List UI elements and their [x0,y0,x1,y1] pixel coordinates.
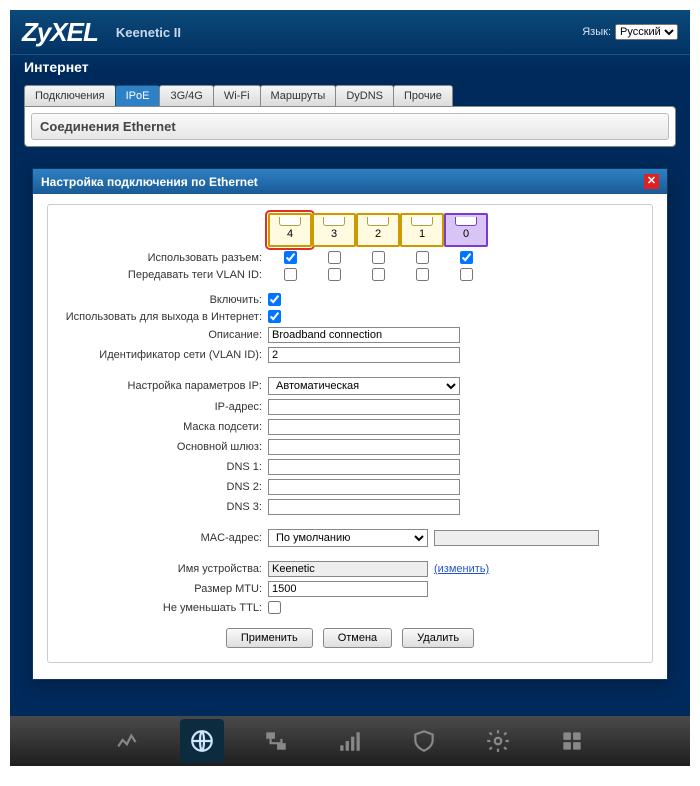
signal-icon[interactable] [328,719,372,763]
header: ZyXEL Keenetic II Язык: Русский [10,10,690,54]
section-title: Интернет [10,54,690,85]
ip-input[interactable] [268,399,460,415]
use-internet-checkbox[interactable] [268,310,281,323]
port-4[interactable]: 4 [268,213,312,247]
ttl-label: Не уменьшать TTL: [58,602,268,614]
port-grid: 4 3 2 1 0 Использовать разъем: Передават… [58,213,642,281]
bottom-nav [10,716,690,766]
tab-connections[interactable]: Подключения [24,85,116,106]
vlan-tag-4[interactable] [284,268,297,281]
language-select[interactable]: Русский [615,24,678,40]
panel-title: Соединения Ethernet [31,113,669,140]
mtu-label: Размер MTU: [58,583,268,595]
ipmode-select[interactable]: Автоматическая [268,377,460,395]
cancel-button[interactable]: Отмена [323,628,392,648]
gear-icon[interactable] [476,719,520,763]
devname-label: Имя устройства: [58,563,268,575]
globe-icon[interactable] [180,719,224,763]
language-label: Язык: [582,26,611,38]
mask-input[interactable] [268,419,460,435]
vlanid-input[interactable] [268,347,460,363]
ipmode-label: Настройка параметров IP: [58,380,268,392]
ip-label: IP-адрес: [58,401,268,413]
modal-ethernet-settings: Настройка подключения по Ethernet ✕ 4 3 … [32,168,668,680]
button-row: Применить Отмена Удалить [58,628,642,648]
dns3-label: DNS 3: [58,501,268,513]
vlan-tag-1[interactable] [416,268,429,281]
devname-change-link[interactable]: (изменить) [434,563,489,575]
gateway-input[interactable] [268,439,460,455]
description-label: Описание: [58,329,268,341]
vlanid-label: Идентификатор сети (VLAN ID): [58,349,268,361]
app-window: ZyXEL Keenetic II Язык: Русский Интернет… [10,10,690,766]
use-connector-3[interactable] [328,251,341,264]
tab-dydns[interactable]: DyDNS [335,85,394,106]
dns1-input[interactable] [268,459,460,475]
enable-label: Включить: [58,294,268,306]
mtu-input[interactable] [268,581,428,597]
vlan-tags-label: Передавать теги VLAN ID: [58,269,268,281]
modal-title-bar: Настройка подключения по Ethernet ✕ [33,169,667,194]
dns3-input[interactable] [268,499,460,515]
vlan-tag-2[interactable] [372,268,385,281]
lan-icon[interactable] [254,719,298,763]
tab-routes[interactable]: Маршруты [260,85,337,106]
mac-input[interactable] [434,530,599,546]
mac-label: MAC-адрес: [58,532,268,544]
tabs: Подключения IPoE 3G/4G Wi-Fi Маршруты Dy… [10,85,690,106]
model-name: Keenetic II [116,25,181,40]
port-1[interactable]: 1 [400,213,444,247]
monitor-icon[interactable] [106,719,150,763]
tab-other[interactable]: Прочие [393,85,453,106]
modal-content: 4 3 2 1 0 Использовать разъем: Передават… [47,204,653,663]
form: Включить: Использовать для выхода в Инте… [58,293,642,614]
apps-icon[interactable] [550,719,594,763]
use-connector-2[interactable] [372,251,385,264]
port-2[interactable]: 2 [356,213,400,247]
devname-input[interactable] [268,561,428,577]
dns2-label: DNS 2: [58,481,268,493]
panel: Соединения Ethernet [24,106,676,147]
tab-ipoe[interactable]: IPoE [115,85,161,106]
mask-label: Маска подсети: [58,421,268,433]
dns1-label: DNS 1: [58,461,268,473]
gateway-label: Основной шлюз: [58,441,268,453]
modal-title: Настройка подключения по Ethernet [41,175,258,189]
ttl-checkbox[interactable] [268,601,281,614]
language-selector: Язык: Русский [582,24,678,40]
use-connector-0[interactable] [460,251,473,264]
brand-logo: ZyXEL [22,17,98,48]
delete-button[interactable]: Удалить [402,628,474,648]
description-input[interactable] [268,327,460,343]
use-internet-label: Использовать для выхода в Интернет: [58,311,268,323]
vlan-tag-3[interactable] [328,268,341,281]
use-connector-4[interactable] [284,251,297,264]
close-icon[interactable]: ✕ [644,174,659,189]
tab-wifi[interactable]: Wi-Fi [213,85,261,106]
apply-button[interactable]: Применить [226,628,313,648]
shield-icon[interactable] [402,719,446,763]
port-0[interactable]: 0 [444,213,488,247]
tab-3g4g[interactable]: 3G/4G [159,85,213,106]
use-connector-label: Использовать разъем: [58,252,268,264]
enable-checkbox[interactable] [268,293,281,306]
use-connector-1[interactable] [416,251,429,264]
port-3[interactable]: 3 [312,213,356,247]
vlan-tag-0[interactable] [460,268,473,281]
dns2-input[interactable] [268,479,460,495]
mac-select[interactable]: По умолчанию [268,529,428,547]
